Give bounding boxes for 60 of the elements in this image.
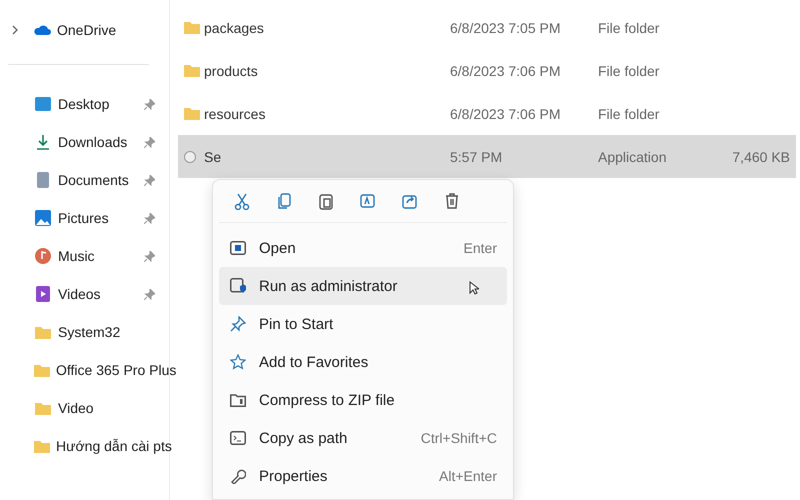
menu-item[interactable]: Copy as path Ctrl+Shift+C: [219, 419, 507, 457]
pin-icon: [230, 316, 246, 332]
file-date: 5:57 PM: [450, 148, 504, 164]
file-name: products: [204, 62, 259, 78]
path-icon: [230, 431, 246, 445]
sidebar-item[interactable]: Desktop: [58, 96, 138, 112]
file-date: 6/8/2023 7:06 PM: [450, 62, 562, 78]
cursor-icon: [469, 281, 479, 295]
sidebar-item[interactable]: Documents: [58, 172, 138, 188]
archive-icon: [230, 393, 246, 407]
file-name: packages: [204, 20, 265, 36]
desktop-icon: [35, 97, 51, 111]
sidebar-item[interactable]: Music: [58, 248, 138, 264]
wrench-icon: [230, 468, 246, 484]
star-icon: [230, 354, 246, 370]
scissors-icon[interactable]: [233, 192, 251, 210]
cloud-icon: [33, 24, 51, 36]
window-icon: [230, 241, 246, 255]
sidebar-item[interactable]: Hướng dẫn cài pts: [56, 438, 172, 454]
file-name: Se: [204, 148, 222, 164]
file-size: 7,460 KB: [731, 148, 790, 164]
shield-window-icon: [230, 278, 246, 294]
file-type: File folder: [598, 106, 660, 122]
sidebar-item[interactable]: Pictures: [58, 210, 138, 226]
music-icon: [35, 248, 51, 264]
file-date: 6/8/2023 7:06 PM: [450, 106, 562, 122]
download-icon: [36, 134, 50, 150]
sidebar-item[interactable]: Office 365 Pro Plus: [56, 362, 176, 378]
menu-item[interactable]: Run as administrator: [219, 267, 507, 305]
folder-icon: [35, 326, 51, 338]
menu-item[interactable]: Add to Favorites: [219, 343, 507, 381]
sidebar-item[interactable]: Downloads: [58, 134, 138, 150]
folder-icon: [184, 21, 200, 34]
file-name: resources: [204, 106, 266, 122]
app-icon: [184, 150, 196, 162]
video-icon: [36, 286, 50, 302]
folder-icon: [184, 107, 200, 120]
sidebar-item[interactable]: System32: [58, 324, 155, 340]
file-date: 6/8/2023 7:05 PM: [450, 20, 562, 36]
clipboard-icon[interactable]: [317, 192, 335, 210]
file-type: File folder: [598, 20, 660, 36]
selected-row-background[interactable]: Se 5:57 PM Application 7,460 KB: [178, 135, 796, 178]
folder-icon: [34, 364, 50, 376]
sidebar-item[interactable]: Videos: [58, 286, 138, 302]
menu-item[interactable]: Properties Alt+Enter: [219, 457, 507, 495]
chevron-icon[interactable]: [12, 25, 19, 35]
trash-icon[interactable]: [443, 192, 461, 210]
menu-item[interactable]: Open Enter: [219, 229, 507, 267]
menu-item[interactable]: Compress to ZIP file: [219, 381, 507, 419]
folder-icon: [35, 402, 51, 414]
file-type: File folder: [598, 62, 660, 78]
picture-icon: [35, 210, 51, 226]
file-type: Application: [598, 148, 668, 164]
folder-icon: [34, 440, 50, 452]
folder-icon: [184, 64, 200, 77]
menu-item[interactable]: Pin to Start: [219, 305, 507, 343]
document-icon: [37, 172, 49, 188]
sidebar-item[interactable]: Video: [58, 400, 155, 416]
rename-icon[interactable]: [359, 192, 377, 210]
sidebar-item[interactable]: OneDrive: [57, 22, 155, 38]
